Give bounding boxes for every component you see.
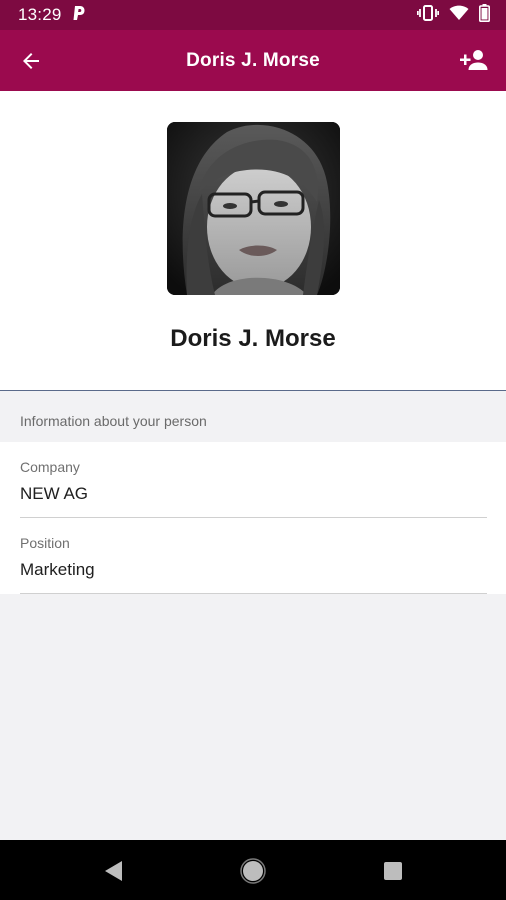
home-circle-icon xyxy=(240,858,266,884)
status-bar: 13:29 xyxy=(0,0,506,30)
nav-home-button[interactable] xyxy=(240,858,266,884)
system-nav-bar xyxy=(0,840,506,900)
field-value: NEW AG xyxy=(20,484,89,503)
back-button[interactable] xyxy=(14,44,48,78)
add-contact-button[interactable] xyxy=(456,42,492,78)
app-bar: Doris J. Morse xyxy=(0,30,506,91)
wifi-icon xyxy=(449,5,469,26)
back-triangle-icon xyxy=(105,861,122,881)
status-right xyxy=(416,3,490,27)
profile-header: Doris J. Morse xyxy=(0,91,506,391)
field-label: Company xyxy=(20,459,80,475)
nav-recents-button[interactable] xyxy=(380,858,406,884)
field-position[interactable]: Position Marketing xyxy=(20,518,487,594)
avatar-photo xyxy=(167,122,340,295)
field-label: Position xyxy=(20,535,70,551)
status-time: 13:29 xyxy=(18,5,62,24)
nav-back-button[interactable] xyxy=(100,858,126,884)
recents-square-icon xyxy=(384,862,402,880)
vibrate-icon xyxy=(416,4,440,26)
add-person-icon xyxy=(460,50,488,70)
battery-icon xyxy=(479,3,490,27)
avatar xyxy=(167,122,340,295)
field-value: Marketing xyxy=(20,560,95,579)
arrow-back-icon xyxy=(23,53,39,69)
status-left: 13:29 xyxy=(18,5,86,26)
section-header: Information about your person xyxy=(0,392,506,442)
field-company[interactable]: Company NEW AG xyxy=(20,442,487,518)
profile-name: Doris J. Morse xyxy=(170,325,336,352)
page-title: Doris J. Morse xyxy=(186,49,320,71)
details-list: Company NEW AG Position Marketing xyxy=(0,442,506,594)
parking-p-icon xyxy=(72,5,86,26)
